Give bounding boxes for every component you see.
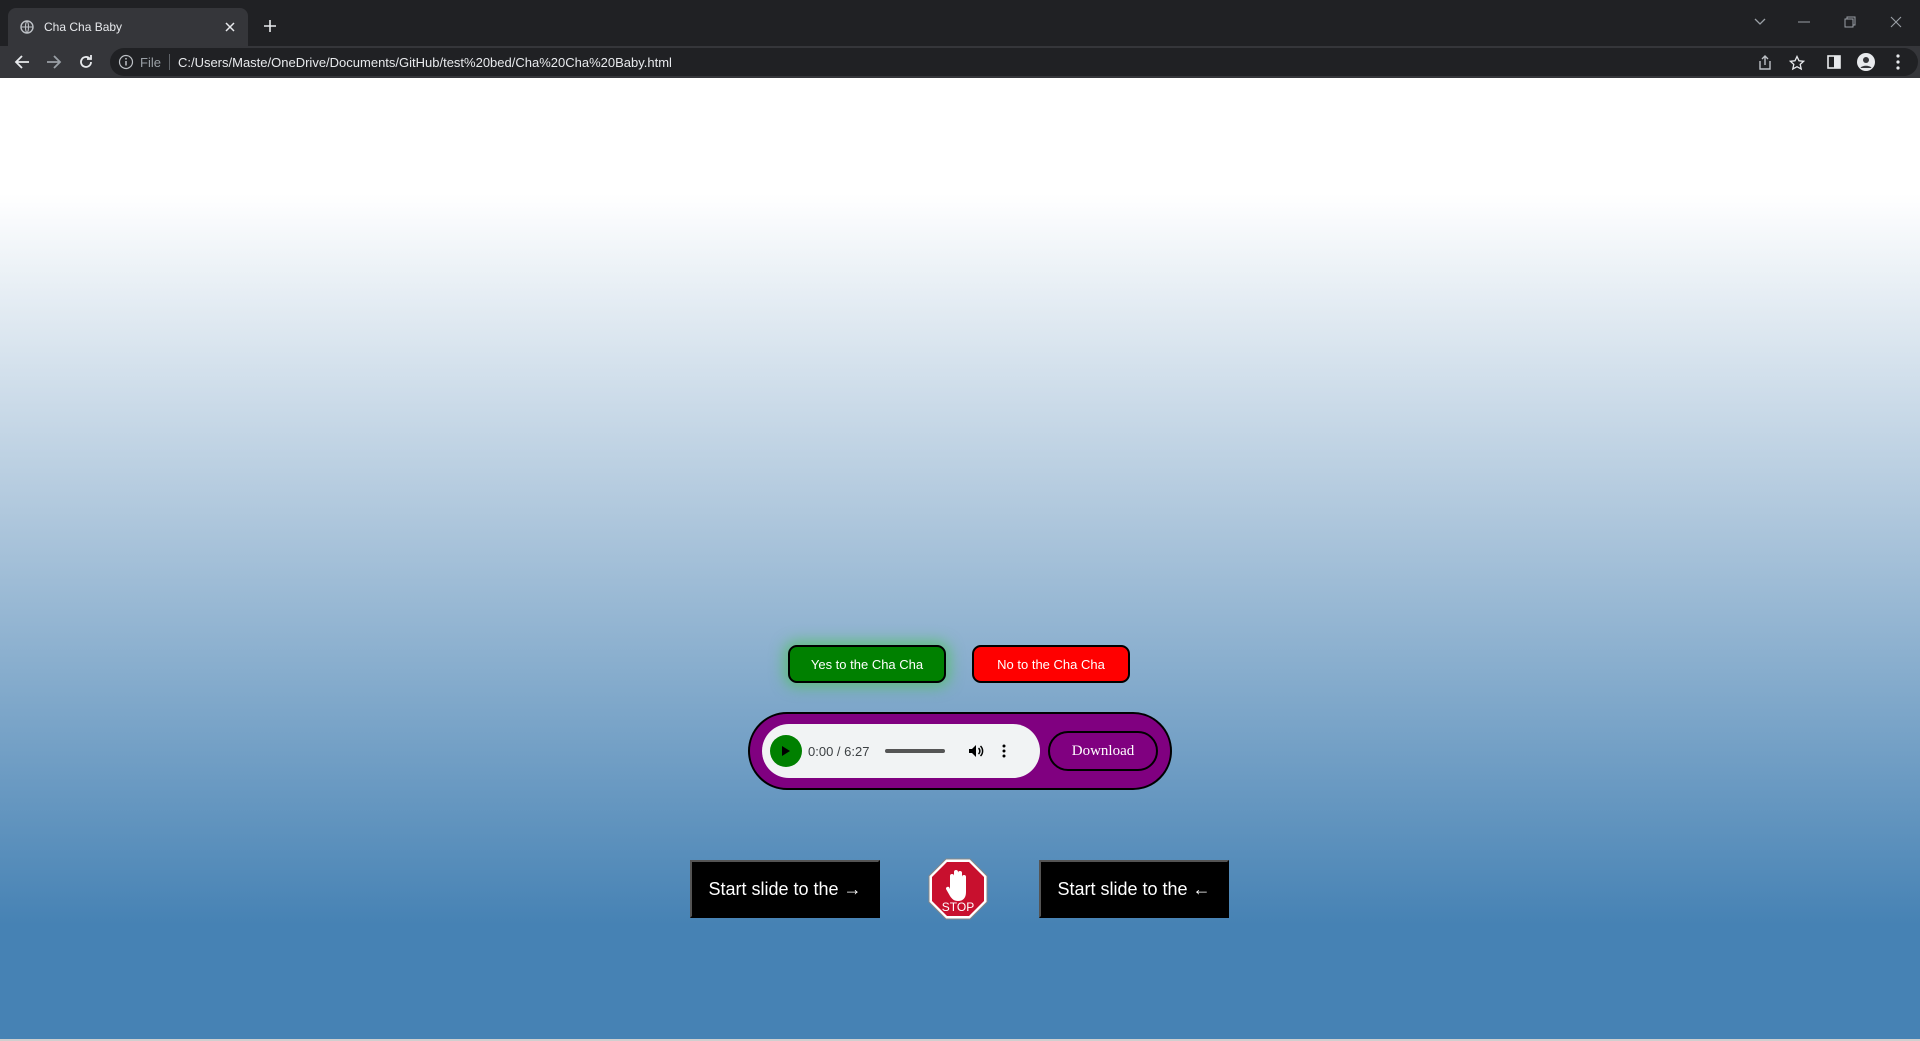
restore-icon[interactable]	[1836, 10, 1864, 34]
url-text[interactable]: C:/Users/Maste/OneDrive/Documents/GitHub…	[178, 55, 672, 70]
tab-strip: Cha Cha Baby	[0, 0, 1920, 46]
side-panel-icon[interactable]	[1822, 50, 1846, 74]
audio-seek-bar[interactable]	[885, 749, 946, 753]
audio-options-icon[interactable]	[999, 742, 1009, 760]
reload-icon[interactable]	[74, 50, 98, 74]
forward-arrow-icon[interactable]	[42, 50, 66, 74]
yes-to-cha-cha-button[interactable]: Yes to the Cha Cha	[788, 645, 946, 683]
start-slide-right-button[interactable]: Start slide to the →	[690, 860, 880, 918]
volume-icon[interactable]	[967, 742, 985, 760]
plus-icon[interactable]	[258, 14, 282, 38]
play-icon[interactable]	[770, 735, 802, 767]
audio-frame: 0:00 / 6:27 Download	[748, 712, 1172, 790]
minimize-icon[interactable]	[1790, 10, 1818, 34]
chevron-down-icon[interactable]	[1746, 10, 1774, 34]
tab-title: Cha Cha Baby	[44, 20, 123, 34]
page-viewport: Yes to the Cha Cha No to the Cha Cha 0:0…	[0, 78, 1920, 1041]
audio-time: 0:00 / 6:27	[808, 743, 870, 759]
stop-sign-icon[interactable]: STOP	[928, 858, 988, 920]
browser-toolbar: File C:/Users/Maste/OneDrive/Documents/G…	[0, 46, 1920, 78]
share-icon[interactable]	[1756, 54, 1774, 72]
no-to-cha-cha-button[interactable]: No to the Cha Cha	[972, 645, 1130, 683]
audio-player: 0:00 / 6:27	[762, 724, 1040, 778]
close-icon[interactable]	[222, 19, 238, 35]
profile-icon[interactable]	[1854, 50, 1878, 74]
globe-icon	[20, 20, 34, 34]
back-arrow-icon[interactable]	[10, 50, 34, 74]
start-slide-left-button[interactable]: Start slide to the ←	[1039, 860, 1229, 918]
close-window-icon[interactable]	[1882, 10, 1910, 34]
download-button[interactable]: Download	[1048, 731, 1158, 771]
url-scheme-label: File	[140, 54, 161, 70]
info-icon[interactable]	[118, 54, 134, 70]
stop-sign-text: STOP	[942, 900, 974, 914]
star-icon[interactable]	[1788, 54, 1806, 72]
address-divider	[168, 54, 170, 70]
browser-tab[interactable]: Cha Cha Baby	[8, 8, 248, 46]
kebab-menu-icon[interactable]	[1886, 50, 1910, 74]
address-bar[interactable]: File C:/Users/Maste/OneDrive/Documents/G…	[110, 48, 1918, 76]
